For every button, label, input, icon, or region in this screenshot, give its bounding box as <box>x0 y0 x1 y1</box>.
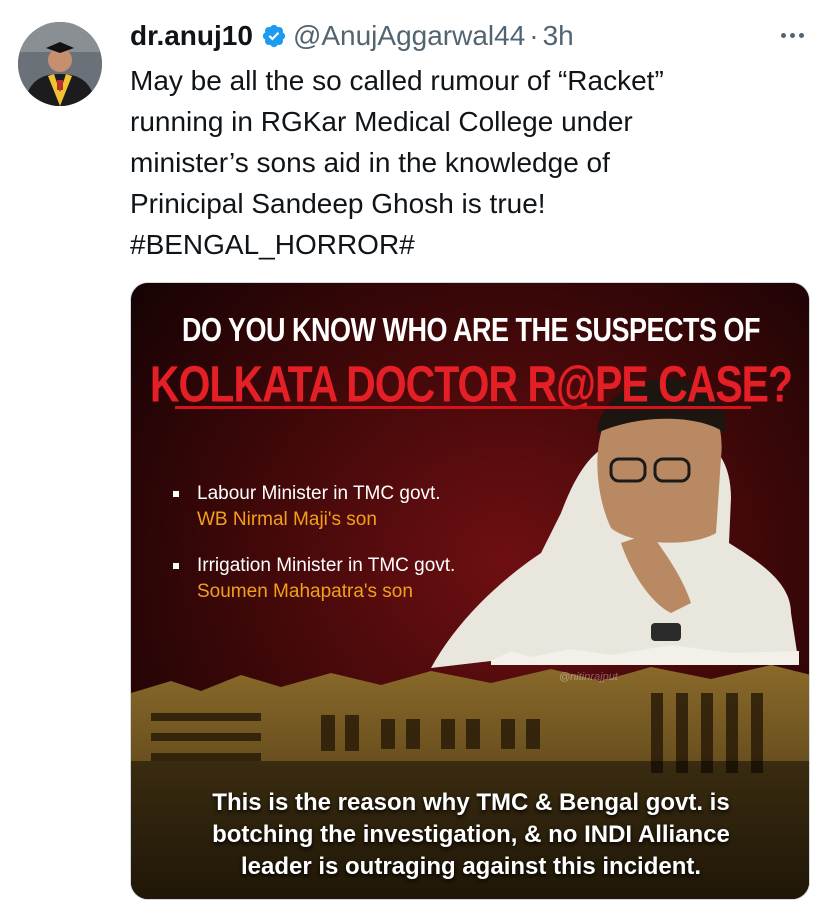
avatar-image <box>18 22 102 106</box>
tweet-header: dr.anuj10 @AnujAggarwal44 · 3h <box>130 16 574 56</box>
image-watermark: @nitinrajput <box>559 671 618 683</box>
suspect-role: Irrigation Minister in TMC govt. <box>197 555 456 576</box>
bullet-marker <box>173 563 179 569</box>
caption-line: leader is outraging against this inciden… <box>240 853 702 880</box>
bullet-marker <box>173 491 179 497</box>
headline-underline <box>175 406 751 409</box>
tweet-text: May be all the so called rumour of “Rack… <box>130 60 810 265</box>
timestamp[interactable]: 3h <box>543 20 574 52</box>
caption-line: botching the investigation, & no INDI Al… <box>212 821 730 848</box>
verified-badge-icon <box>262 24 286 48</box>
tweet-text-line: running in RGKar Medical College under <box>130 106 633 137</box>
tweet-text-line: minister’s sons aid in the knowledge of <box>130 147 610 178</box>
tweet-text-line: Prinicipal Sandeep Ghosh is true! <box>130 188 546 219</box>
caption-line: This is the reason why TMC & Bengal govt… <box>212 789 730 816</box>
hashtag-link[interactable]: #BENGAL_HORROR# <box>130 224 810 265</box>
tweet-media-image[interactable]: DO YOU KNOW WHO ARE THE SUSPECTS OF KOLK… <box>130 282 810 900</box>
more-options-icon[interactable] <box>770 20 814 50</box>
image-caption: This is the reason why TMC & Bengal govt… <box>131 787 809 883</box>
suspect-name: WB Nirmal Maji's son <box>197 509 377 530</box>
suspect-role: Labour Minister in TMC govt. <box>197 483 441 504</box>
more-dot <box>798 32 804 38</box>
more-dot <box>789 32 795 38</box>
handle[interactable]: @AnujAggarwal44 <box>293 20 525 52</box>
tweet-text-line: May be all the so called rumour of “Rack… <box>130 65 664 96</box>
header-separator: · <box>529 20 539 51</box>
suspect-name: Soumen Mahapatra's son <box>197 581 413 602</box>
more-dot <box>780 32 786 38</box>
image-headline: DO YOU KNOW WHO ARE THE SUSPECTS OF <box>181 311 761 349</box>
avatar[interactable] <box>18 22 102 106</box>
display-name[interactable]: dr.anuj10 <box>130 20 253 52</box>
